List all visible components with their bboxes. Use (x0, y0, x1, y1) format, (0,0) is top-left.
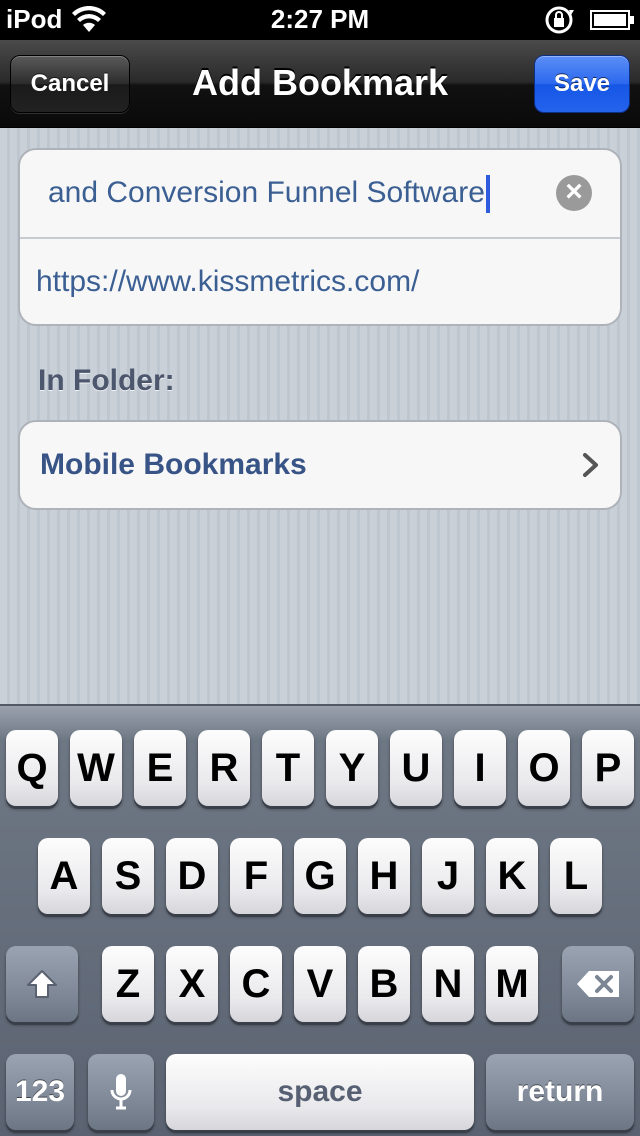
key-k[interactable]: K (486, 838, 538, 914)
navigation-bar: Cancel Add Bookmark Save (0, 40, 640, 128)
key-d[interactable]: D (166, 838, 218, 914)
key-i[interactable]: I (454, 730, 506, 806)
key-y[interactable]: Y (326, 730, 378, 806)
key-n[interactable]: N (422, 946, 474, 1022)
dictation-key[interactable] (88, 1054, 154, 1130)
key-o[interactable]: O (518, 730, 570, 806)
key-l[interactable]: L (550, 838, 602, 914)
text-cursor (485, 174, 490, 213)
key-b[interactable]: B (358, 946, 410, 1022)
rotation-lock-icon (545, 6, 574, 34)
space-key[interactable]: space (166, 1054, 474, 1130)
key-f[interactable]: F (230, 838, 282, 914)
key-g[interactable]: G (294, 838, 346, 914)
key-a[interactable]: A (38, 838, 90, 914)
save-button[interactable]: Save (534, 55, 630, 113)
key-s[interactable]: S (102, 838, 154, 914)
key-v[interactable]: V (294, 946, 346, 1022)
shift-key[interactable] (6, 946, 78, 1022)
key-j[interactable]: J (422, 838, 474, 914)
title-field-row[interactable]: and Conversion Funnel Software × (20, 150, 620, 237)
key-u[interactable]: U (390, 730, 442, 806)
key-z[interactable]: Z (102, 946, 154, 1022)
key-q[interactable]: Q (6, 730, 58, 806)
key-p[interactable]: P (582, 730, 634, 806)
folder-selector[interactable]: Mobile Bookmarks (20, 422, 620, 508)
key-t[interactable]: T (262, 730, 314, 806)
url-field-row[interactable]: https://www.kissmetrics.com/ (20, 237, 620, 324)
shift-icon (27, 970, 57, 998)
form-area: and Conversion Funnel Software × https:/… (0, 128, 640, 704)
key-m[interactable]: M (486, 946, 538, 1022)
backspace-key[interactable] (562, 946, 634, 1022)
microphone-icon (110, 1074, 132, 1110)
backspace-icon (577, 971, 619, 997)
keyboard: Q W E R T Y U I O P A S D F G H J K L Z … (0, 704, 640, 1136)
key-w[interactable]: W (70, 730, 122, 806)
folder-group: Mobile Bookmarks (18, 420, 622, 510)
clear-icon[interactable]: × (556, 175, 592, 211)
numbers-key[interactable]: 123 (6, 1054, 74, 1130)
folder-name: Mobile Bookmarks (40, 448, 307, 481)
folder-section-label: In Folder: (38, 364, 175, 397)
key-r[interactable]: R (198, 730, 250, 806)
bookmark-title-input[interactable]: and Conversion Funnel Software (20, 174, 540, 213)
battery-icon (590, 10, 634, 30)
key-h[interactable]: H (358, 838, 410, 914)
key-e[interactable]: E (134, 730, 186, 806)
bookmark-title-text: and Conversion Funnel Software (48, 175, 485, 209)
status-bar: iPod 2:27 PM (0, 0, 640, 40)
key-x[interactable]: X (166, 946, 218, 1022)
bookmark-url-input[interactable]: https://www.kissmetrics.com/ (20, 265, 419, 299)
chevron-right-icon (583, 453, 598, 477)
bookmark-fields-group: and Conversion Funnel Software × https:/… (18, 148, 622, 326)
return-key[interactable]: return (486, 1054, 634, 1130)
key-c[interactable]: C (230, 946, 282, 1022)
